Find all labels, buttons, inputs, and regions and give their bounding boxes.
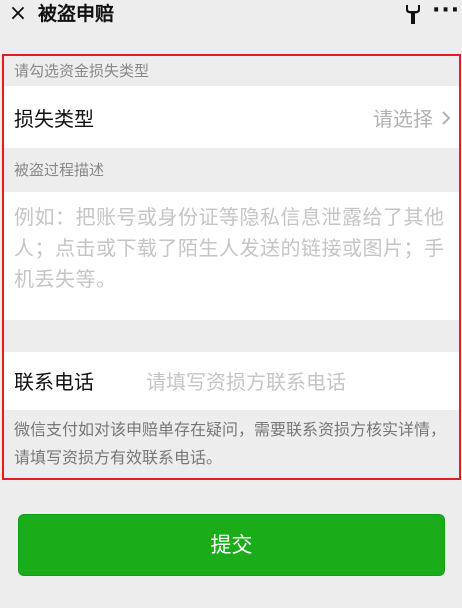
- loss-type-selector[interactable]: 损失类型 请选择: [4, 86, 459, 148]
- claim-form: 请勾选资金损失类型 损失类型 请选择 被盗过程描述 例如：把账号或身份证等隐私信…: [2, 54, 461, 480]
- loss-type-section-label: 请勾选资金损失类型: [4, 56, 459, 86]
- description-placeholder: 例如：把账号或身份证等隐私信息泄露给了其他人；点击或下载了陌生人发送的链接或图片…: [14, 205, 445, 291]
- close-icon[interactable]: ×: [8, 2, 28, 26]
- loss-type-label: 损失类型: [14, 107, 94, 131]
- navigation-bar: × 被盗申赔 ···: [0, 0, 462, 36]
- phone-label: 联系电话: [14, 370, 94, 394]
- chevron-right-icon: [441, 110, 451, 126]
- phone-input[interactable]: 请填写资损方联系电话: [146, 366, 346, 395]
- page-title: 被盗申赔: [38, 3, 115, 25]
- description-textarea[interactable]: 例如：把账号或身份证等隐私信息泄露给了其他人；点击或下载了陌生人发送的链接或图片…: [4, 192, 459, 320]
- wrench-icon[interactable]: [404, 3, 422, 25]
- more-options-icon[interactable]: ···: [432, 0, 460, 24]
- submit-button[interactable]: 提交: [18, 514, 445, 576]
- contact-note: 微信支付如对该申赔单存在疑问，需要联系资损方核实详情，请填写资损方有效联系电话。: [4, 410, 459, 478]
- loss-type-value: 请选择: [373, 107, 433, 131]
- phone-field[interactable]: 联系电话 请填写资损方联系电话: [4, 352, 459, 410]
- description-section-label: 被盗过程描述: [4, 148, 459, 192]
